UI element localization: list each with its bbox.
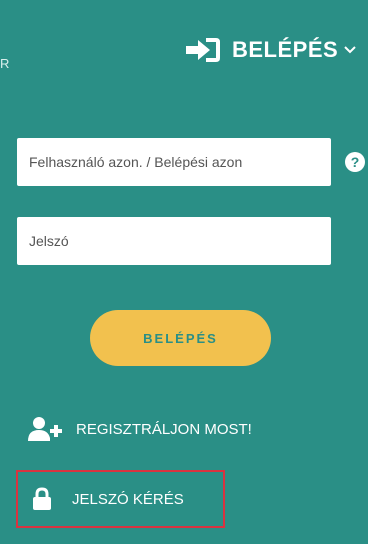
register-link-label: REGISZTRÁLJON MOST! xyxy=(76,420,252,438)
password-request-label: JELSZÓ KÉRÉS xyxy=(72,490,184,508)
login-panel: R BELÉPÉS ? BELÉPÉS REGISZTRÁLJON MOST! xyxy=(0,0,368,544)
password-input[interactable] xyxy=(17,217,331,265)
chevron-down-icon xyxy=(344,46,356,54)
question-circle-icon[interactable]: ? xyxy=(344,151,366,173)
svg-text:?: ? xyxy=(351,154,360,170)
register-link[interactable]: REGISZTRÁLJON MOST! xyxy=(28,416,252,442)
login-submit-button[interactable]: BELÉPÉS xyxy=(90,310,271,366)
lock-icon xyxy=(33,487,51,510)
login-menu-toggle[interactable]: BELÉPÉS xyxy=(186,36,356,64)
sign-in-icon xyxy=(186,38,220,62)
clipped-menu-letter: R xyxy=(0,56,10,71)
login-menu-label: BELÉPÉS xyxy=(232,37,339,62)
password-request-link[interactable]: JELSZÓ KÉRÉS xyxy=(16,470,225,528)
username-input[interactable] xyxy=(17,138,331,186)
user-plus-icon xyxy=(28,417,62,441)
